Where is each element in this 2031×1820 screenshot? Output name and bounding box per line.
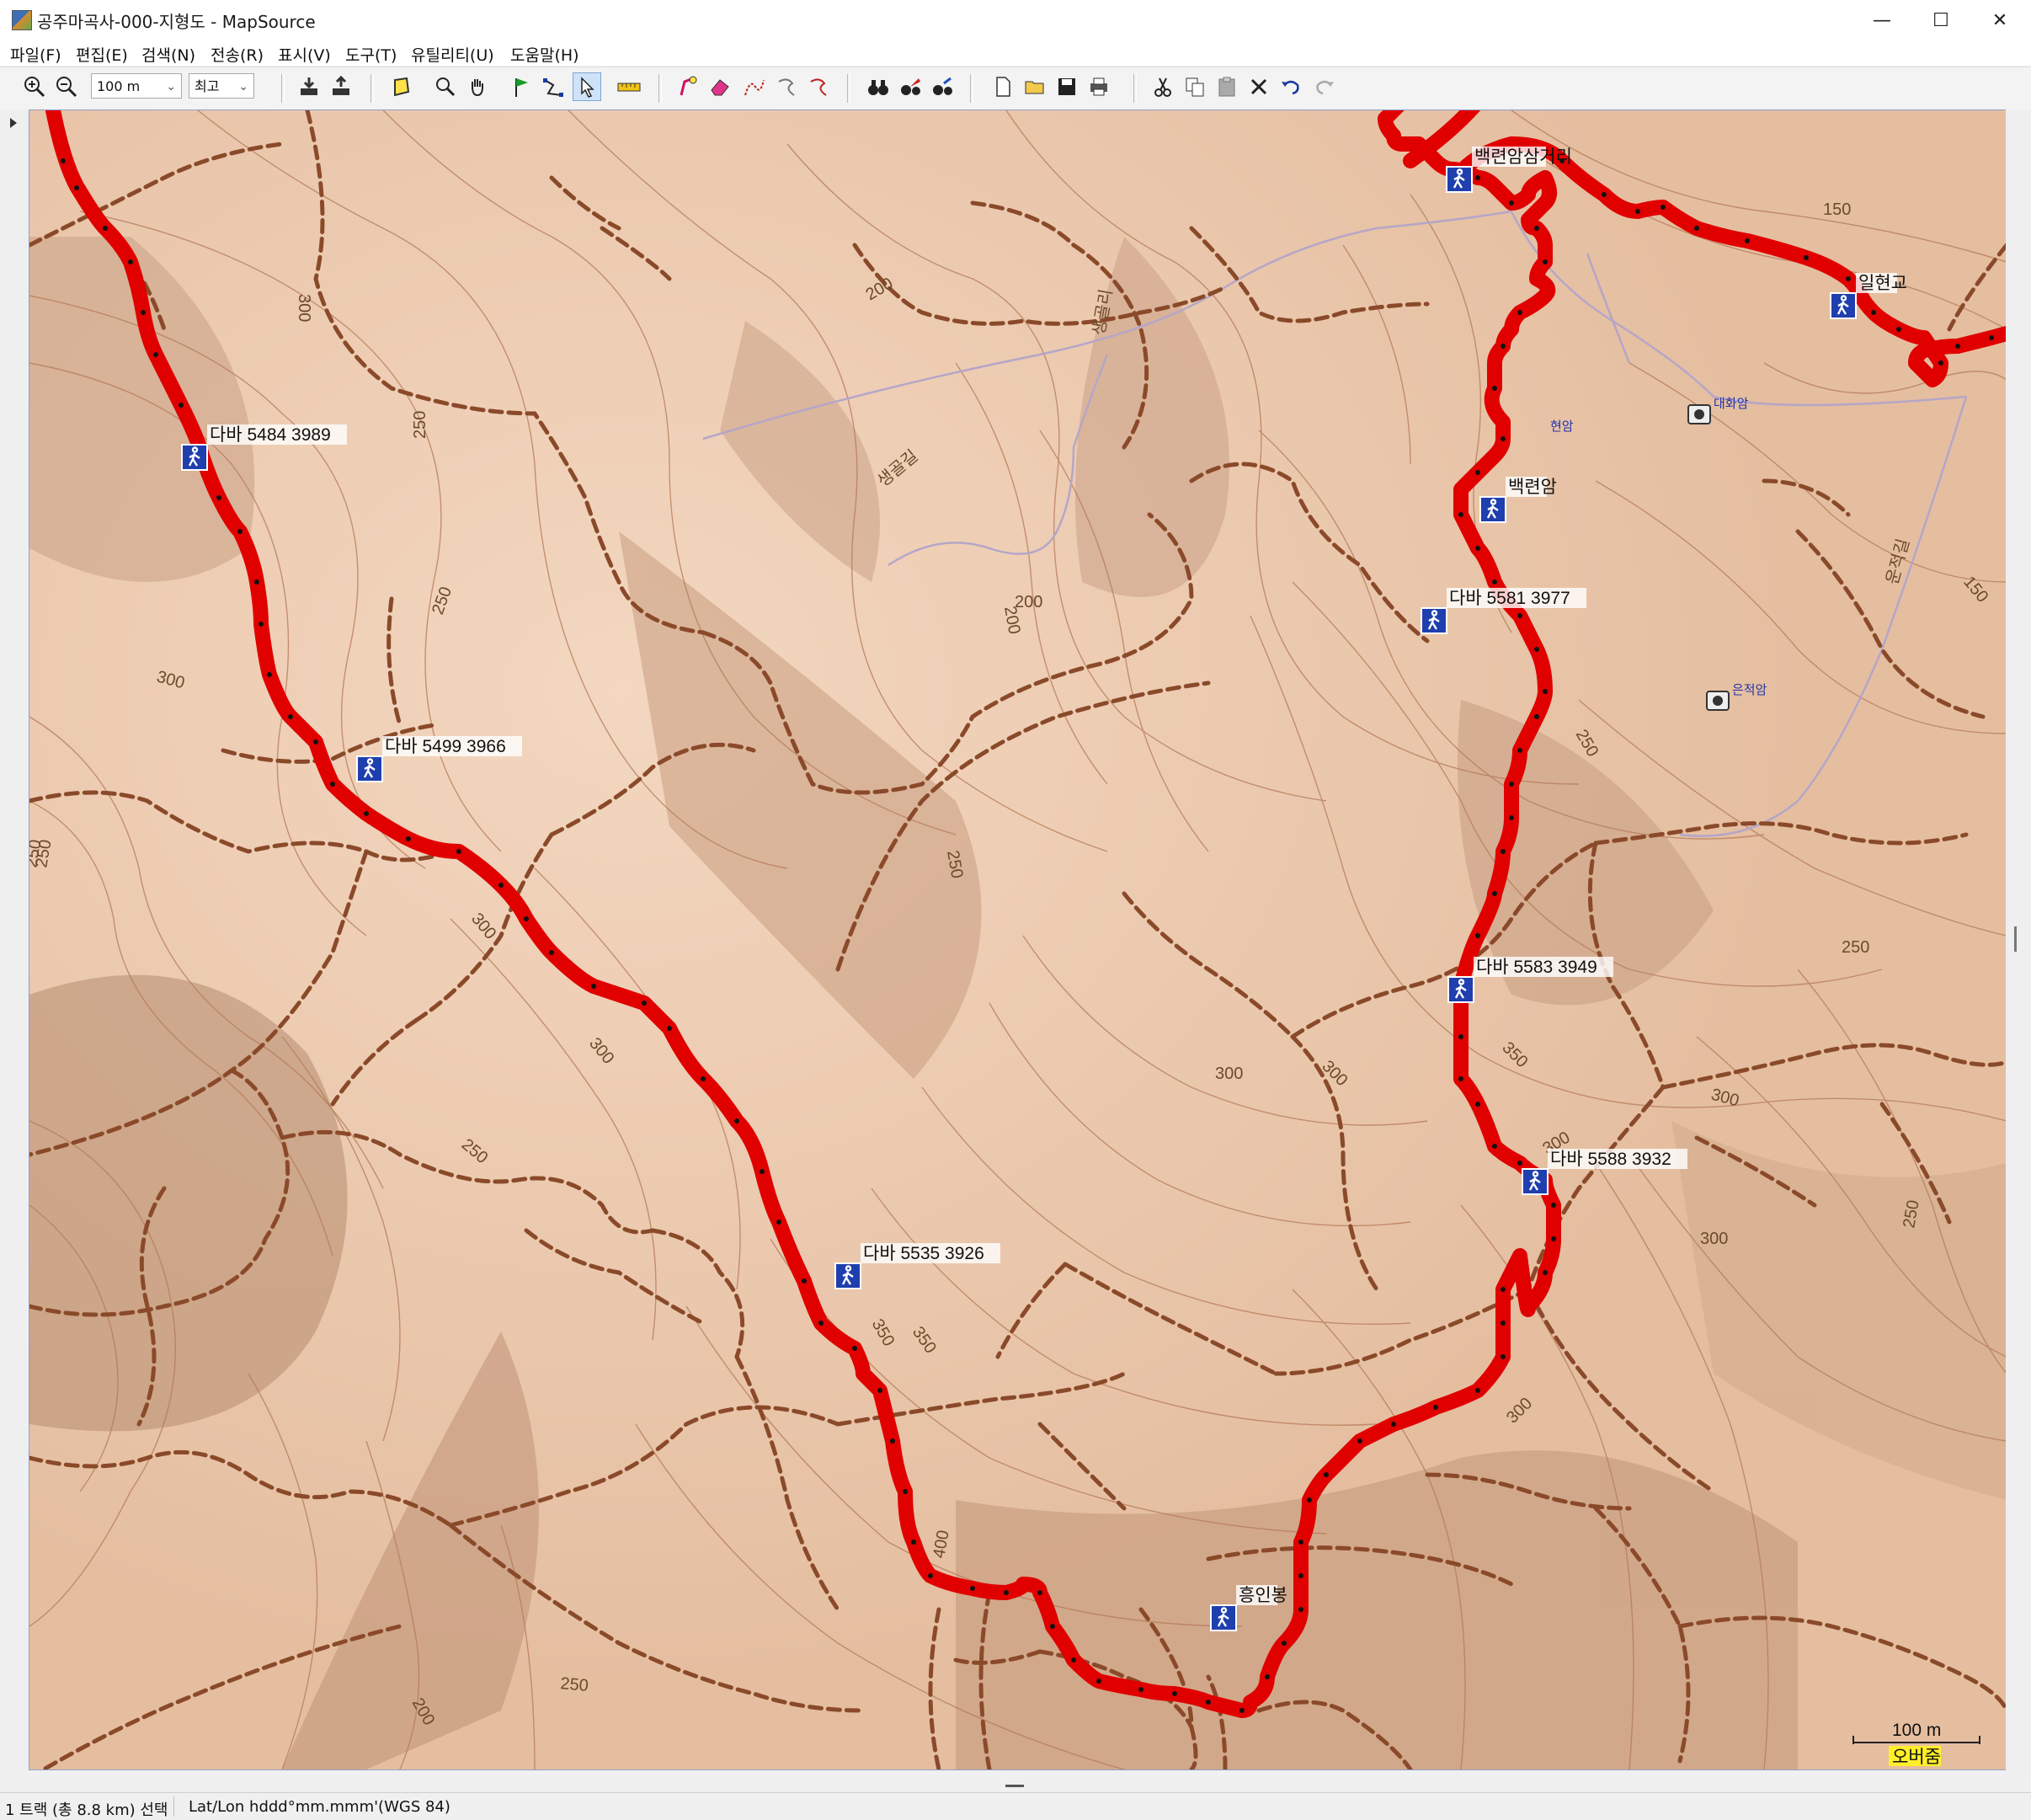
pan-hand-icon[interactable]	[463, 72, 492, 101]
menu-file[interactable]: 파일(F)	[10, 43, 61, 66]
chevron-down-icon: ⌄	[238, 80, 248, 93]
menu-transfer[interactable]: 전송(R)	[211, 43, 264, 66]
waypoint-flag-icon[interactable]	[507, 72, 536, 101]
contour-label: 250	[411, 411, 429, 439]
title-bar: 공주마곡사-000-지형도 - MapSource — ☐ ✕	[0, 0, 2031, 41]
receive-from-device-icon[interactable]	[295, 72, 323, 101]
menu-help[interactable]: 도움말(H)	[510, 43, 579, 66]
waypoint-label: 다바 5535 3926	[863, 1244, 984, 1263]
redo-icon[interactable]	[1310, 72, 1339, 101]
toolbar-separator	[370, 74, 374, 103]
waypoint-label: 다바 5583 3949	[1476, 958, 1597, 977]
waypoint-label: 흥인봉	[1239, 1586, 1287, 1605]
tab-panel-collapsed[interactable]	[0, 109, 29, 1775]
toolbar-separator	[1133, 74, 1137, 103]
menu-tools[interactable]: 도구(T)	[345, 43, 397, 66]
contour-label: 250	[1842, 938, 1869, 957]
poi-label: 대화암	[1714, 397, 1749, 411]
waypoint-label: 백련암삼거리	[1474, 147, 1572, 167]
poi-hyeonam[interactable]: 현암	[1550, 419, 1574, 434]
status-coord-format: Lat/Lon hddd°mm.mmm'(WGS 84)	[189, 1798, 450, 1816]
zoom-out-icon[interactable]	[52, 72, 81, 101]
minimize-button[interactable]: —	[1852, 0, 1911, 40]
eraser-icon[interactable]	[706, 72, 734, 101]
track-join-icon[interactable]	[805, 72, 834, 101]
menu-utilities[interactable]: 유틸리티(U)	[411, 43, 494, 66]
selection-arrow-icon[interactable]	[573, 72, 601, 101]
find-binoculars-icon[interactable]	[864, 72, 893, 101]
scale-distance: 100 m	[1892, 1721, 1941, 1740]
contour-label: 150	[1823, 200, 1851, 219]
detail-level-select[interactable]: 최고 ⌄	[189, 73, 254, 99]
detail-level-value: 최고	[195, 78, 220, 94]
toolbar-separator	[281, 74, 285, 103]
window-title: 공주마곡사-000-지형도 - MapSource	[37, 12, 316, 32]
zoom-in-icon[interactable]	[20, 72, 49, 101]
menu-view[interactable]: 표시(V)	[278, 43, 331, 66]
waypoint-label: 다바 5581 3977	[1449, 589, 1570, 608]
track-divide-icon[interactable]	[773, 72, 802, 101]
find-nearest-icon[interactable]	[928, 72, 957, 101]
contour-label: 200	[1015, 593, 1042, 611]
measure-ruler-icon[interactable]	[615, 72, 643, 101]
zoom-tool-icon[interactable]	[431, 72, 460, 101]
vertical-splitter[interactable]	[2006, 109, 2031, 1775]
toolbar-separator	[970, 74, 973, 103]
waypoint-label: 일현교	[1858, 274, 1907, 293]
save-disk-icon[interactable]	[1053, 72, 1081, 101]
poi-label: 은적암	[1732, 683, 1767, 697]
zoom-level-value: 100 m	[97, 78, 141, 94]
close-button[interactable]: ✕	[1970, 0, 2029, 40]
expand-panel-icon[interactable]	[0, 111, 29, 136]
menu-bar: 파일(F) 편집(E) 검색(N) 전송(R) 표시(V) 도구(T) 유틸리티…	[0, 40, 2031, 66]
waypoint-label: 다바 5499 3966	[385, 737, 506, 756]
map-select-tool-icon[interactable]	[387, 72, 416, 101]
contour-label: 300	[295, 294, 313, 322]
open-folder-icon[interactable]	[1021, 72, 1049, 101]
copy-icon[interactable]	[1181, 72, 1209, 101]
toolbar-separator	[658, 74, 662, 103]
contour-label: 300	[1700, 1230, 1728, 1248]
find-place-icon[interactable]	[896, 72, 925, 101]
menu-edit[interactable]: 편집(E)	[76, 43, 128, 66]
paste-icon[interactable]	[1213, 72, 1241, 101]
track-draw-icon[interactable]	[739, 72, 768, 101]
map-view[interactable]: 300 250 250 300 250 300 300 250 200 250 …	[29, 109, 2007, 1770]
overzoom-label: 오버줌	[1892, 1748, 1941, 1767]
app-icon	[12, 10, 32, 30]
status-selection: 1 트랙 (총 8.8 km) 선택	[5, 1801, 168, 1819]
poi-label: 현암	[1550, 419, 1574, 434]
toolbar-separator	[847, 74, 850, 103]
contour-label: 300	[1215, 1065, 1243, 1083]
delete-x-icon[interactable]	[1245, 72, 1273, 101]
waypoint-label: 백련암	[1508, 478, 1557, 497]
print-icon[interactable]	[1085, 72, 1113, 101]
new-document-icon[interactable]	[989, 72, 1017, 101]
waypoint-label: 다바 5484 3989	[210, 425, 331, 445]
chevron-down-icon: ⌄	[166, 80, 176, 93]
undo-icon[interactable]	[1277, 72, 1305, 101]
route-tool-icon[interactable]	[539, 72, 568, 101]
send-to-device-icon[interactable]	[327, 72, 355, 101]
toolbar: 100 m ⌄ 최고 ⌄	[0, 67, 2031, 110]
menu-search[interactable]: 검색(N)	[141, 43, 195, 66]
waypoint-label: 다바 5588 3932	[1550, 1150, 1671, 1169]
cut-scissors-icon[interactable]	[1149, 72, 1177, 101]
status-bar: 1 트랙 (총 8.8 km) 선택 Lat/Lon hddd°mm.mmm'(…	[0, 1785, 2031, 1820]
contour-label: 250	[560, 1674, 589, 1695]
zoom-level-select[interactable]: 100 m ⌄	[91, 73, 182, 99]
maximize-button[interactable]: ☐	[1911, 0, 1970, 40]
find-route-icon[interactable]	[674, 72, 702, 101]
